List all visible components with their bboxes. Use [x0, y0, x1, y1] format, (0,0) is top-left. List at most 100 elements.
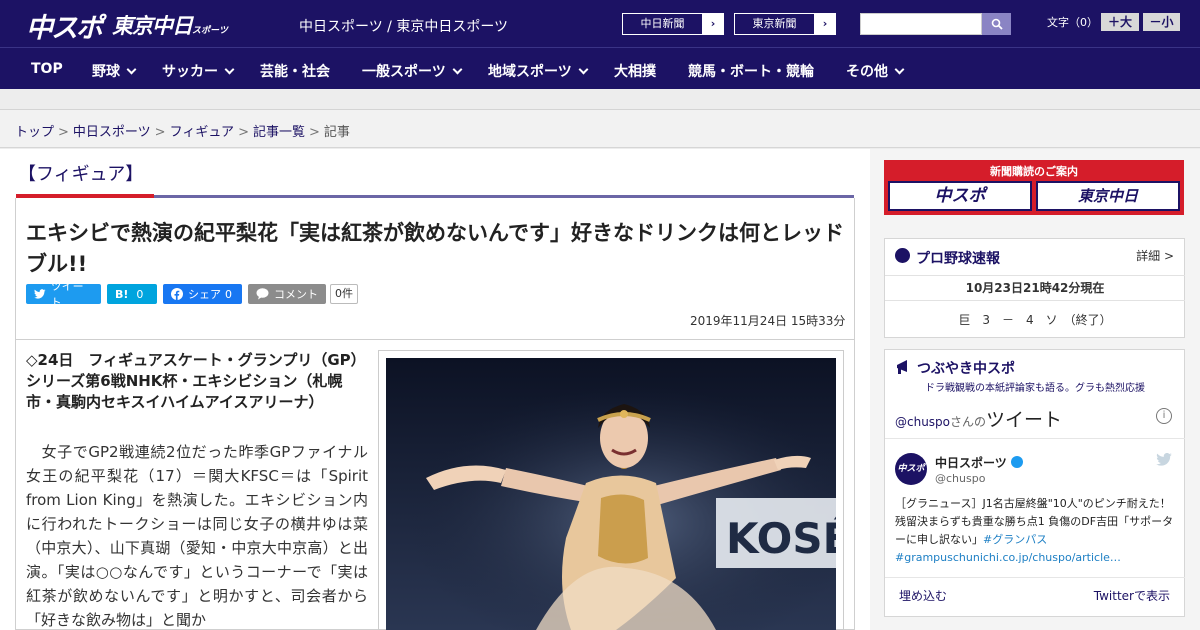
tweet-account-name[interactable]: 中日スポーツ [935, 454, 1023, 471]
baseball-detail-link[interactable]: 詳細 > [1136, 247, 1174, 264]
baseball-icon [895, 248, 910, 263]
tweets-by-header[interactable]: @chuspoさんのツイート [895, 405, 1062, 432]
banner-text: KOSÉ [726, 513, 836, 563]
site-name[interactable]: 中日スポーツ / 東京中日スポーツ [299, 16, 508, 36]
tokyo-shimbun-label: 東京新聞 [735, 14, 815, 34]
twitter-footer-separator [885, 577, 1185, 578]
search-input[interactable] [860, 13, 982, 35]
tweets-handle: @chuspo [895, 415, 951, 429]
twitter-widget: つぶやき中スポ ドラ戦観戦の本紙評論家も語る。グラも熱烈応援 @chuspoさん… [884, 349, 1185, 617]
facebook-label: シェア [188, 288, 221, 301]
nav-label: 野球 [92, 64, 120, 80]
view-on-twitter-link[interactable]: Twitterで表示 [1094, 587, 1170, 604]
chevron-down-icon [224, 64, 235, 75]
breadcrumb-separator: > [58, 125, 69, 140]
baseball-widget: プロ野球速報 詳細 > 10月23日21時42分現在 巨 3 － 4 ソ （終了… [884, 238, 1185, 338]
nav-racing[interactable]: 競馬・ボート・競輪 [688, 61, 814, 81]
breadcrumb-chuspo[interactable]: 中日スポーツ [73, 125, 151, 140]
search-button[interactable] [982, 13, 1011, 35]
comment-button[interactable]: コメント [248, 284, 326, 304]
tweets-by-suffix: さんの [950, 415, 987, 429]
nav-baseball[interactable]: 野球 [92, 61, 137, 81]
tweets-word: ツイート [986, 409, 1063, 431]
twitter-bird-icon[interactable] [1156, 453, 1172, 466]
font-smaller-button[interactable]: －小 [1143, 13, 1180, 31]
tokyo-chunichi-logo[interactable]: 東京中日スポーツ [112, 10, 228, 40]
megaphone-icon [897, 360, 907, 374]
article-body: 女子でGP2戦連続2位だった昨季GPファイナル女王の紀平梨花（17）＝関大KFS… [26, 443, 368, 629]
nav-label: その他 [846, 64, 888, 80]
skater-photo-illustration: KOSÉ [386, 358, 836, 630]
article-headline: エキシビで熱演の紀平梨花「実は紅茶が飲めないんです」好きなドリンクは何とレッドブ… [26, 221, 844, 276]
breadcrumb-separator: > [238, 125, 249, 140]
nav-others[interactable]: その他 [846, 61, 905, 81]
facebook-share-button[interactable]: シェア 0 [163, 284, 242, 304]
nav-label: TOP [31, 61, 63, 77]
nav-top[interactable]: TOP [31, 61, 63, 77]
nav-label: 競馬・ボート・競輪 [688, 64, 814, 80]
verified-badge-icon [1010, 456, 1023, 468]
nav-sumo[interactable]: 大相撲 [614, 61, 656, 81]
twitter-widget-title: つぶやき中スポ [917, 361, 1015, 377]
info-icon[interactable]: i [1156, 408, 1172, 424]
chevron-down-icon [894, 64, 905, 75]
chevron-down-icon [126, 64, 137, 75]
tweet-hashtag[interactable]: #グランパス [983, 533, 1047, 546]
section-title[interactable]: 【フィギュア】 [18, 160, 143, 186]
font-size-label: 文字（0） [1047, 16, 1098, 29]
nav-label: サッカー [162, 64, 218, 80]
breadcrumb-separator: > [154, 125, 166, 140]
account-name-text: 中日スポーツ [935, 456, 1007, 470]
top-header: 中スポ 東京中日スポーツ 中日スポーツ / 東京中日スポーツ 中日新聞 › 東京… [0, 0, 1200, 47]
chevron-right-icon: › [703, 14, 723, 34]
nav-entertainment[interactable]: 芸能・社会 [260, 61, 330, 81]
comment-count: 0件 [330, 284, 358, 304]
tweet-text: ［グラニュース］J1名古屋終盤"10人"のピンチ耐えた！残留決まらずも貴重な勝ち… [895, 495, 1177, 567]
tweet-account-handle[interactable]: @chuspo [935, 472, 985, 485]
tweet-button[interactable]: ツイート [26, 280, 101, 309]
font-larger-button[interactable]: ＋大 [1101, 13, 1139, 31]
chuspo-logo[interactable]: 中スポ [26, 6, 103, 45]
main-nav: TOP 野球 サッカー 芸能・社会 一般スポーツ 地域スポーツ 大相撲 競馬・ボ… [0, 47, 1200, 89]
baseball-updated: 10月23日21時42分現在 [885, 275, 1185, 300]
article-lead: ◇24日 フィギュアスケート・グランプリ（GP）シリーズ第6戦NHK杯・エキシビ… [26, 351, 366, 411]
breadcrumb-current: 記事 [323, 125, 350, 140]
breadcrumb-top[interactable]: トップ [15, 125, 54, 140]
breadcrumb: トップ > 中日スポーツ > フィギュア > 記事一覧 > 記事 [15, 121, 350, 140]
chunichi-shimbun-link[interactable]: 中日新聞 › [622, 13, 724, 35]
chevron-right-icon: › [815, 14, 835, 34]
tokyo-shimbun-link[interactable]: 東京新聞 › [734, 13, 836, 35]
tweet-link[interactable]: #grampuschunichi.co.jp/chuspo/article… [895, 551, 1121, 564]
twitter-widget-subtitle: ドラ戦観戦の本紙評論家も語る。グラも熱烈応援 [925, 383, 1145, 394]
subscription-title: 新聞購読のご案内 [990, 165, 1078, 178]
nav-general-sports[interactable]: 一般スポーツ [362, 61, 463, 81]
breadcrumb-figure[interactable]: フィギュア [170, 125, 234, 140]
nav-soccer[interactable]: サッカー [162, 61, 235, 81]
tokyo-logo-suffix: スポーツ [192, 26, 228, 36]
nav-label: 一般スポーツ [362, 64, 446, 80]
subscription-tokyo-logo: 東京中日 [1036, 181, 1180, 211]
breadcrumb-bar: トップ > 中日スポーツ > フィギュア > 記事一覧 > 記事 [0, 110, 1200, 148]
nav-regional-sports[interactable]: 地域スポーツ [488, 61, 589, 81]
article-photo[interactable]: KOSÉ [386, 358, 836, 630]
article-divider [16, 339, 854, 340]
speech-bubble-icon [256, 288, 269, 300]
hatena-bookmark-button[interactable]: B! 0 [107, 284, 157, 304]
baseball-score-row[interactable]: 巨 3 － 4 ソ （終了） [885, 300, 1185, 338]
chevron-down-icon [452, 64, 463, 75]
article-date: 2019年11月24日 15時33分 [690, 314, 846, 328]
search-icon [991, 18, 1003, 30]
hatena-count: 0 [136, 287, 144, 301]
tokyo-logo-text: 東京中日 [112, 14, 193, 38]
chunichi-shimbun-label: 中日新聞 [623, 14, 703, 34]
embed-link[interactable]: 埋め込む [899, 587, 947, 604]
nav-label: 地域スポーツ [488, 64, 572, 80]
breadcrumb-article-list[interactable]: 記事一覧 [253, 125, 305, 140]
nav-label: 大相撲 [614, 64, 656, 80]
avatar[interactable]: 中スポ [895, 453, 927, 485]
comment-label: コメント [274, 288, 318, 301]
baseball-widget-title: プロ野球速報 [916, 251, 1000, 267]
subscription-banner[interactable]: 新聞購読のご案内 中スポ 東京中日 [884, 160, 1184, 215]
facebook-icon [171, 288, 183, 300]
ad-band [0, 89, 1200, 110]
